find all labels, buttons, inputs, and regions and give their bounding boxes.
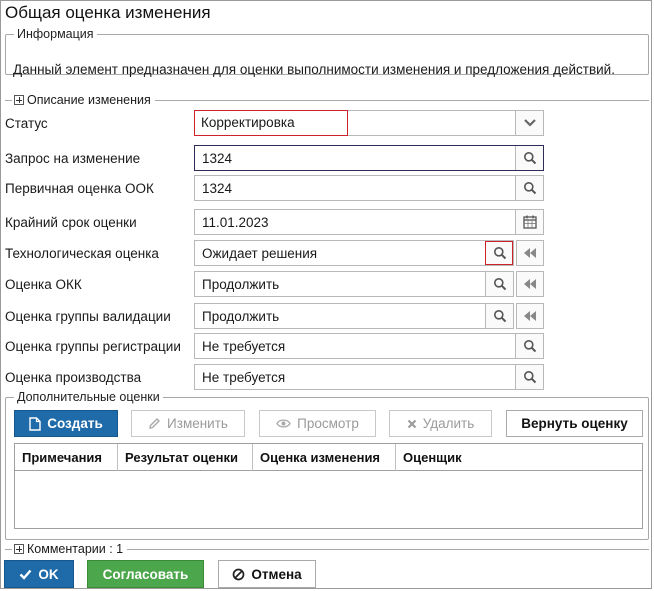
info-legend: Информация (17, 27, 94, 41)
info-box: Информация Данный элемент предназначен д… (5, 27, 649, 77)
rewind-icon[interactable] (516, 303, 544, 329)
edit-button-label: Изменить (167, 416, 228, 431)
search-icon[interactable] (515, 176, 543, 200)
expand-plus-icon (14, 544, 24, 554)
okk-eval-field[interactable]: Продолжить (194, 271, 514, 297)
status-select[interactable]: Корректировка (194, 110, 544, 136)
view-button-label: Просмотр (297, 416, 359, 431)
validation-eval-field[interactable]: Продолжить (194, 303, 514, 329)
primary-eval-field[interactable]: 1324 (194, 175, 544, 201)
rewind-icon[interactable] (516, 271, 544, 297)
checkmark-icon (20, 569, 32, 580)
deadline-row: Крайний срок оценки 11.01.2023 (0, 209, 654, 235)
return-evaluation-button[interactable]: Вернуть оценку (506, 410, 643, 437)
primary-eval-label: Первичная оценка ООК (5, 181, 154, 196)
table-header: Примечания Результат оценки Оценка измен… (15, 444, 642, 471)
okk-eval-row: Оценка ОКК Продолжить (0, 271, 654, 297)
search-icon[interactable] (485, 304, 513, 328)
chevron-down-icon[interactable] (515, 111, 543, 135)
delete-button[interactable]: Удалить (389, 410, 492, 437)
column-header-result[interactable]: Результат оценки (118, 444, 253, 471)
ok-button-label: OK (38, 566, 59, 582)
view-button[interactable]: Просмотр (259, 410, 376, 437)
cancel-button[interactable]: Отмена (218, 560, 316, 588)
registration-eval-row: Оценка группы регистрации Не требуется (0, 333, 654, 359)
additional-evals-legend: Дополнительные оценки (17, 390, 160, 404)
deadline-field[interactable]: 11.01.2023 (194, 209, 544, 235)
additional-evals-table: Примечания Результат оценки Оценка измен… (14, 443, 643, 529)
change-request-field[interactable]: 1324 (194, 145, 544, 171)
rewind-icon[interactable] (516, 240, 544, 266)
registration-eval-field[interactable]: Не требуется (194, 333, 544, 359)
search-icon[interactable] (515, 146, 543, 170)
production-eval-row: Оценка производства Не требуется (0, 364, 654, 390)
return-evaluation-button-label: Вернуть оценку (521, 416, 628, 431)
status-row: Статус Корректировка (0, 110, 654, 136)
change-request-label: Запрос на изменение (5, 151, 141, 166)
column-header-change-eval[interactable]: Оценка изменения (253, 444, 396, 471)
search-icon[interactable] (485, 272, 513, 296)
eye-icon (276, 419, 291, 428)
approve-button-label: Согласовать (102, 566, 189, 582)
tech-eval-value: Ожидает решения (202, 246, 318, 261)
window-title: Общая оценка изменения (5, 3, 211, 22)
search-icon[interactable] (515, 365, 543, 389)
deadline-label: Крайний срок оценки (5, 215, 137, 230)
okk-eval-label: Оценка ОКК (5, 277, 82, 292)
comments-section-toggle[interactable]: Комментарии : 1 (12, 542, 128, 556)
ok-button[interactable]: OK (4, 560, 74, 588)
validation-eval-row: Оценка группы валидации Продолжить (0, 303, 654, 329)
comments-section-label: Комментарии : 1 (27, 542, 124, 556)
delete-button-label: Удалить (422, 416, 475, 431)
status-value: Корректировка (194, 110, 348, 136)
column-header-evaluator[interactable]: Оценщик (396, 444, 642, 471)
close-icon (407, 419, 416, 428)
approve-button[interactable]: Согласовать (87, 560, 204, 588)
expand-plus-icon (14, 95, 24, 105)
search-icon[interactable] (515, 334, 543, 358)
tech-eval-row: Технологическая оценка Ожидает решения (0, 240, 654, 266)
tech-eval-label: Технологическая оценка (5, 246, 159, 261)
info-text: Данный элемент предназначен для оценки в… (13, 62, 615, 77)
production-eval-value: Не требуется (202, 370, 286, 385)
primary-eval-value: 1324 (202, 181, 233, 196)
primary-eval-row: Первичная оценка ООК 1324 (0, 175, 654, 201)
create-button[interactable]: Создать (14, 410, 118, 437)
production-eval-field[interactable]: Не требуется (194, 364, 544, 390)
document-icon (29, 416, 41, 431)
change-request-row: Запрос на изменение 1324 (0, 145, 654, 171)
registration-eval-label: Оценка группы регистрации (5, 339, 181, 354)
change-request-value: 1324 (202, 151, 233, 166)
production-eval-label: Оценка производства (5, 370, 142, 385)
tech-eval-field[interactable]: Ожидает решения (194, 240, 514, 266)
pencil-icon (149, 418, 161, 429)
cancel-button-label: Отмена (251, 566, 302, 582)
calendar-icon[interactable] (515, 210, 543, 234)
validation-eval-label: Оценка группы валидации (5, 309, 171, 324)
status-label: Статус (5, 116, 48, 131)
description-section-toggle[interactable]: Описание изменения (12, 93, 155, 107)
deadline-value: 11.01.2023 (202, 215, 269, 230)
create-button-label: Создать (47, 416, 103, 431)
search-icon[interactable] (485, 241, 513, 265)
ban-icon (233, 568, 245, 580)
okk-eval-value: Продолжить (202, 277, 280, 292)
registration-eval-value: Не требуется (202, 339, 286, 354)
edit-button[interactable]: Изменить (131, 410, 245, 437)
column-header-notes[interactable]: Примечания (15, 444, 118, 471)
description-section-label: Описание изменения (27, 93, 151, 107)
validation-eval-value: Продолжить (202, 309, 280, 324)
